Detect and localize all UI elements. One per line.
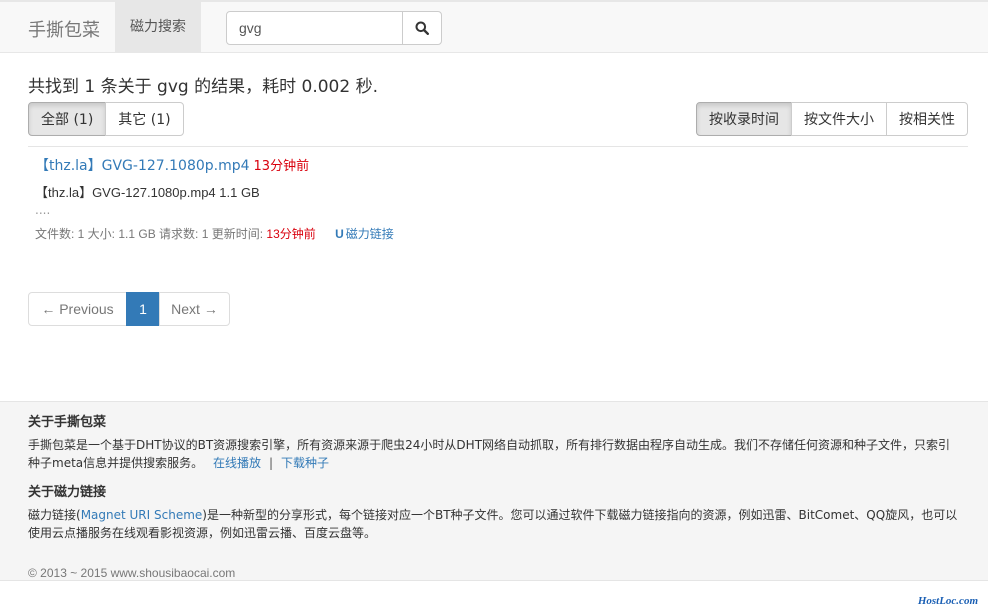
summary-text-1: 共找到 xyxy=(28,77,85,97)
about-site-heading: 关于手撕包菜 xyxy=(28,415,107,430)
navbar: 手撕包菜 磁力搜索 xyxy=(0,0,988,53)
category-filter: 全部 (1) 其它 (1) xyxy=(28,102,184,136)
filter-other-button[interactable]: 其它 (1) xyxy=(105,102,184,136)
about-magnet-text-a: 磁力链接( xyxy=(28,508,81,522)
next-page-button[interactable]: Next → xyxy=(159,292,230,326)
summary-text-3: 的结果，耗时 xyxy=(188,77,302,97)
search-button[interactable] xyxy=(402,11,442,45)
download-seed-link[interactable]: 下载种子 xyxy=(281,456,329,470)
result-title-link[interactable]: 【thz.la】GVG-127.1080p.mp4 xyxy=(35,158,250,174)
search-form xyxy=(226,11,442,45)
page-1-button[interactable]: 1 xyxy=(126,292,160,326)
summary-text-2: 条关于 xyxy=(95,77,158,97)
sort-by-relevance-button[interactable]: 按相关性 xyxy=(886,102,968,136)
result-meta-time: 13分钟前 xyxy=(266,227,316,241)
brand-logo[interactable]: 手撕包菜 xyxy=(28,16,100,42)
nav-item-magnet-search[interactable]: 磁力搜索 xyxy=(115,2,201,53)
footer: 关于手撕包菜 手撕包菜是一个基于DHT协议的BT资源搜索引擎，所有资源来源于爬虫… xyxy=(0,401,988,581)
link-separator: | xyxy=(268,456,274,470)
magnet-icon: U xyxy=(335,227,344,241)
result-item: 【thz.la】GVG-127.1080p.mp4 13分钟前 【thz.la】G… xyxy=(35,156,935,242)
search-time: 0.002 xyxy=(301,77,351,97)
sort-by-size-button[interactable]: 按文件大小 xyxy=(791,102,887,136)
watermark: HostLoc.com xyxy=(917,595,978,607)
magnet-link-label: 磁力链接 xyxy=(345,227,394,241)
magnet-link[interactable]: U 磁力链接 xyxy=(335,227,394,241)
search-summary: 共找到 1 条关于 gvg 的结果，耗时 0.002 秒. xyxy=(28,72,378,97)
online-play-link[interactable]: 在线播放 xyxy=(213,456,261,470)
sort-options: 按收录时间 按文件大小 按相关性 xyxy=(696,102,968,136)
search-icon xyxy=(415,21,429,35)
sort-by-time-button[interactable]: 按收录时间 xyxy=(696,102,792,136)
about-site-text: 手撕包菜是一个基于DHT协议的BT资源搜索引擎，所有资源来源于爬虫24小时从DH… xyxy=(28,436,958,472)
summary-text-4: 秒. xyxy=(350,77,378,97)
result-meta-info: 文件数: 1 大小: 1.1 GB 请求数: 1 更新时间: xyxy=(35,227,267,241)
filter-all-button[interactable]: 全部 (1) xyxy=(28,102,107,136)
result-title-time: 13分钟前 xyxy=(253,159,310,174)
copyright: © 2013 ~ 2015 www.shousibaocai.com xyxy=(28,566,236,580)
search-input[interactable] xyxy=(226,11,404,45)
result-meta: 文件数: 1 大小: 1.1 GB 请求数: 1 更新时间: 13分钟前 U 磁力… xyxy=(35,225,935,242)
result-more: .... xyxy=(35,203,51,217)
pagination: ← Previous 1 Next → xyxy=(28,292,230,326)
result-file-line: 【thz.la】GVG-127.1080p.mp4 1.1 GB xyxy=(35,185,260,200)
about-site-body: 手撕包菜是一个基于DHT协议的BT资源搜索引擎，所有资源来源于爬虫24小时从DH… xyxy=(28,438,951,470)
magnet-uri-scheme-link[interactable]: Magnet URI Scheme xyxy=(81,508,203,522)
about-magnet-text: 磁力链接(Magnet URI Scheme)是一种新型的分享形式，每个链接对应… xyxy=(28,506,958,542)
divider xyxy=(28,146,968,147)
search-keyword: gvg xyxy=(157,77,189,97)
result-count: 1 xyxy=(84,77,96,97)
previous-page-button[interactable]: ← Previous xyxy=(28,292,127,326)
about-magnet-heading: 关于磁力链接 xyxy=(28,485,107,500)
